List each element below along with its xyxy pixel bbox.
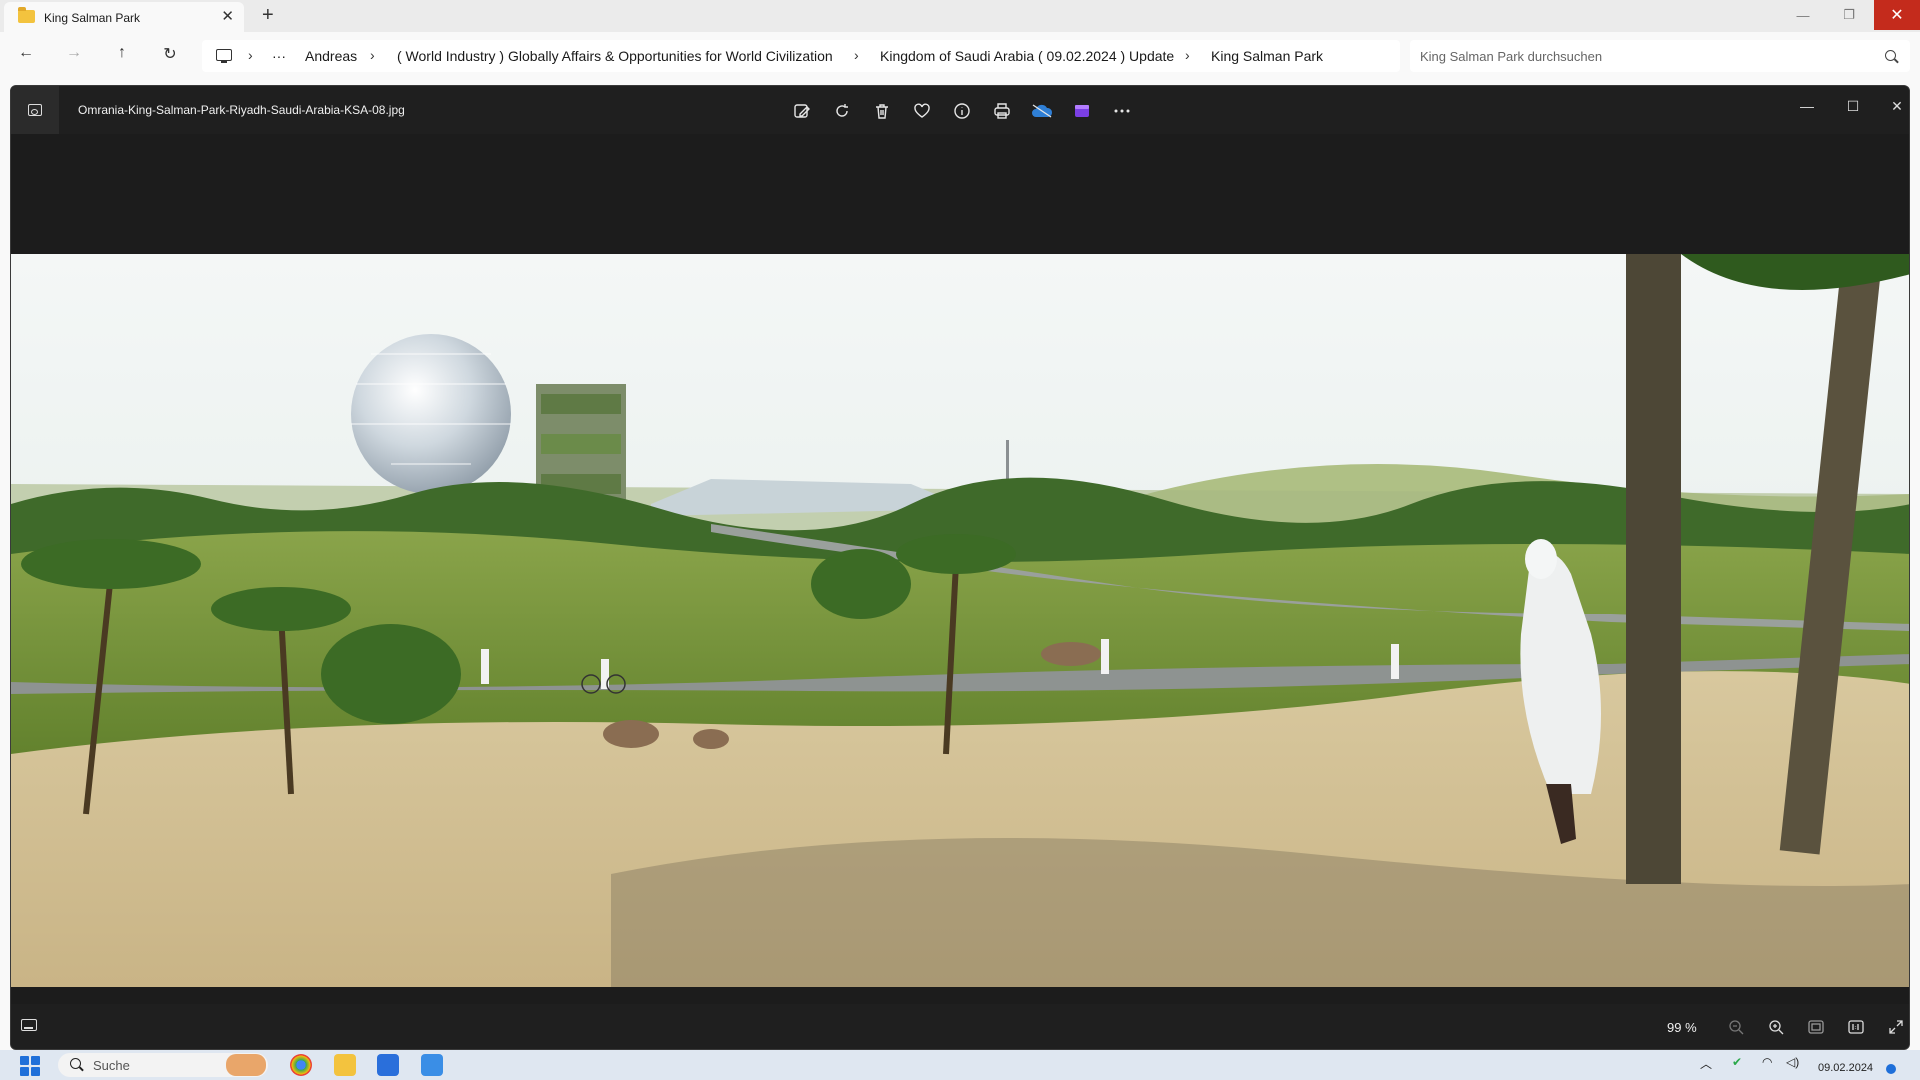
- full-screen-icon[interactable]: [1883, 1015, 1909, 1039]
- photos-app-icon[interactable]: [421, 1054, 443, 1076]
- viewer-bottom-bar: 99 %: [11, 1004, 1909, 1049]
- store-icon[interactable]: [377, 1054, 399, 1076]
- tab-bar: King Salman Park ✕ + — ❐ ✕: [0, 0, 1920, 32]
- more-locations-button[interactable]: ···: [272, 48, 286, 64]
- new-tab-button[interactable]: +: [262, 4, 274, 27]
- navigation-bar: ← → ↑ ↻ › ··· Andreas › ( World Industry…: [0, 32, 1920, 80]
- chrome-icon[interactable]: [290, 1054, 312, 1076]
- minimize-button[interactable]: —: [1780, 0, 1826, 30]
- taskbar-search-label: Suche: [93, 1058, 130, 1073]
- gallery-icon: [28, 104, 42, 116]
- chevron-up-icon[interactable]: ︿: [1700, 1055, 1712, 1072]
- back-button[interactable]: ←: [14, 44, 38, 68]
- actual-size-icon[interactable]: [1843, 1015, 1869, 1039]
- breadcrumb-andreas[interactable]: Andreas: [305, 48, 357, 64]
- viewer-title-bar: Omrania-King-Salman-Park-Riyadh-Saudi-Ar…: [11, 86, 1909, 134]
- park-rendering-photo: [11, 254, 1909, 987]
- breadcrumb-king-salman-park[interactable]: King Salman Park: [1211, 48, 1323, 64]
- tab-king-salman-park[interactable]: King Salman Park ✕: [4, 2, 244, 32]
- up-button[interactable]: ↑: [110, 44, 134, 68]
- breadcrumb-world-industry[interactable]: ( World Industry ) Globally Affairs & Op…: [397, 48, 833, 64]
- print-icon[interactable]: [989, 98, 1015, 124]
- chevron-right-icon[interactable]: ›: [1185, 47, 1190, 63]
- chevron-right-icon[interactable]: ›: [854, 47, 859, 63]
- file-name: Omrania-King-Salman-Park-Riyadh-Saudi-Ar…: [78, 103, 405, 117]
- viewer-close-button[interactable]: ✕: [1877, 92, 1909, 120]
- notification-icon[interactable]: [1886, 1064, 1896, 1074]
- zoom-out-icon[interactable]: [1723, 1015, 1749, 1039]
- zoom-in-icon[interactable]: [1763, 1015, 1789, 1039]
- file-info-icon[interactable]: [949, 98, 975, 124]
- breadcrumb-saudi-arabia[interactable]: Kingdom of Saudi Arabia ( 09.02.2024 ) U…: [880, 48, 1174, 64]
- search-icon[interactable]: [1885, 50, 1896, 61]
- chevron-right-icon[interactable]: ›: [248, 47, 253, 63]
- search-input[interactable]: [1420, 46, 1860, 66]
- tab-title: King Salman Park: [44, 11, 141, 25]
- edit-image-icon[interactable]: [789, 98, 815, 124]
- rotate-icon[interactable]: [829, 98, 855, 124]
- fit-to-window-icon[interactable]: [1803, 1015, 1829, 1039]
- clipchamp-icon[interactable]: [1069, 98, 1095, 124]
- favorite-heart-icon[interactable]: [909, 98, 935, 124]
- taskbar: Suche ︿ ✔ ◠ ◁) 09.02.2024: [0, 1050, 1920, 1080]
- refresh-button[interactable]: ↻: [158, 44, 182, 68]
- restore-button[interactable]: ❐: [1826, 0, 1872, 30]
- search-icon: [70, 1058, 81, 1069]
- onedrive-icon[interactable]: [1029, 98, 1055, 124]
- wifi-icon[interactable]: ◠: [1762, 1055, 1772, 1069]
- address-bar[interactable]: › ··· Andreas › ( World Industry ) Globa…: [202, 40, 1400, 72]
- close-tab-icon[interactable]: ✕: [221, 7, 234, 25]
- chevron-right-icon[interactable]: ›: [370, 47, 375, 63]
- viewer-maximize-button[interactable]: ☐: [1833, 92, 1873, 120]
- search-box[interactable]: [1410, 40, 1910, 72]
- security-icon[interactable]: ✔: [1732, 1055, 1742, 1069]
- forward-button[interactable]: →: [62, 44, 86, 68]
- close-window-button[interactable]: ✕: [1874, 0, 1920, 30]
- more-options-icon[interactable]: [1109, 98, 1135, 124]
- delete-icon[interactable]: [869, 98, 895, 124]
- viewer-minimize-button[interactable]: —: [1787, 92, 1827, 120]
- taskbar-date[interactable]: 09.02.2024: [1818, 1062, 1873, 1074]
- gallery-button[interactable]: [11, 86, 59, 134]
- widget-icon[interactable]: [226, 1054, 266, 1076]
- photos-viewer-window: Omrania-King-Salman-Park-Riyadh-Saudi-Ar…: [10, 85, 1910, 1050]
- zoom-level: 99 %: [1667, 1020, 1697, 1035]
- volume-icon[interactable]: ◁): [1786, 1055, 1799, 1069]
- folder-icon: [18, 7, 35, 23]
- windows-start-icon[interactable]: [20, 1056, 40, 1076]
- filmstrip-toggle-icon[interactable]: [21, 1019, 37, 1031]
- file-explorer-icon[interactable]: [334, 1054, 356, 1076]
- this-pc-icon[interactable]: [216, 49, 232, 63]
- image-canvas[interactable]: [11, 134, 1909, 1004]
